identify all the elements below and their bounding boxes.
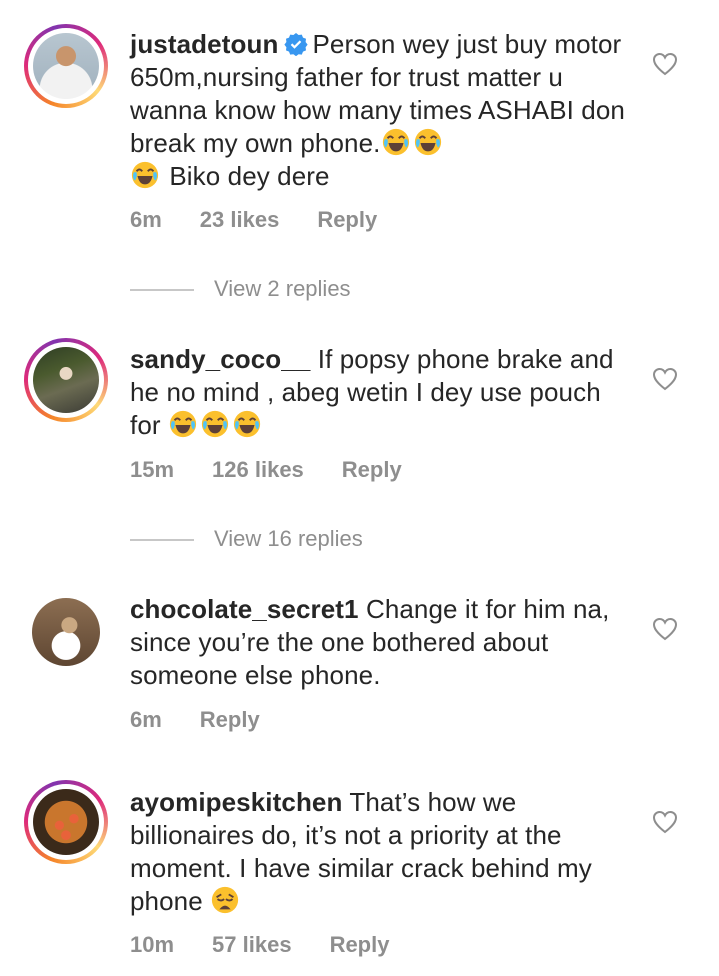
heart-icon[interactable] [652,367,678,391]
laugh-emoji [413,127,443,157]
avatar[interactable] [24,590,108,674]
comment-meta: 6m Reply [130,707,298,733]
comment-body-tail: Biko dey dere [169,161,330,191]
avatar[interactable] [24,338,108,422]
timestamp: 10m [130,932,175,957]
username[interactable]: justadetoun [130,29,278,59]
laugh-emoji [200,409,230,439]
view-replies-button[interactable]: View 2 replies [130,276,351,302]
laugh-emoji [381,127,411,157]
reply-button[interactable]: Reply [342,457,402,482]
timestamp: 15m [130,457,175,482]
likes-count[interactable]: 57 likes [212,932,292,957]
heart-icon[interactable] [652,810,678,834]
comment-text: sandy_coco__ If popsy phone brake and he… [130,343,630,442]
timestamp: 6m [130,207,162,232]
view-replies-button[interactable]: View 16 replies [130,526,363,552]
username[interactable]: sandy_coco__ [130,344,310,374]
comment-text: chocolate_secret1 Change it for him na, … [130,593,630,692]
weary-emoji [210,885,240,915]
divider [130,289,194,292]
comment-text: justadetoun Person wey just buy motor 650… [130,28,630,193]
heart-icon[interactable] [652,617,678,641]
comment-meta: 10m 57 likes Reply [130,932,427,958]
verified-badge-icon [284,33,309,56]
laugh-emoji [168,409,198,439]
username[interactable]: chocolate_secret1 [130,594,359,624]
likes-count[interactable]: 126 likes [212,457,304,482]
laugh-emoji [130,160,160,190]
heart-icon[interactable] [652,52,678,76]
reply-button[interactable]: Reply [330,932,390,957]
divider [130,539,194,542]
avatar[interactable] [24,24,108,108]
comment-text: ayomipeskitchen That’s how we billionair… [130,786,630,918]
comment-meta: 15m 126 likes Reply [130,457,440,483]
comment-meta: 6m 23 likes Reply [130,207,415,233]
laugh-emoji [232,409,262,439]
avatar[interactable] [24,780,108,864]
likes-count[interactable]: 23 likes [200,207,280,232]
reply-button[interactable]: Reply [317,207,377,232]
username[interactable]: ayomipeskitchen [130,787,342,817]
timestamp: 6m [130,707,162,732]
reply-button[interactable]: Reply [200,707,260,732]
